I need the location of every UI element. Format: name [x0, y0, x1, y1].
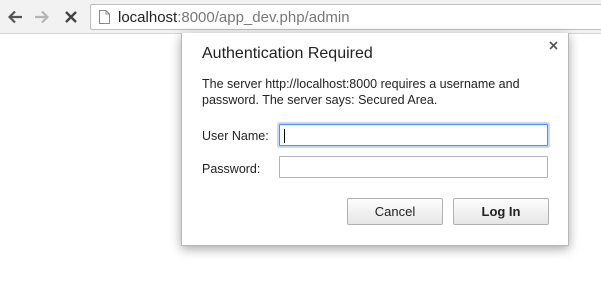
address-bar[interactable]: localhost:8000/app_dev.php/admin — [90, 4, 601, 30]
back-button[interactable] — [4, 6, 26, 28]
close-icon — [548, 40, 558, 50]
dialog-title: Authentication Required — [202, 45, 373, 62]
browser-toolbar: localhost:8000/app_dev.php/admin — [0, 0, 601, 34]
auth-dialog: Authentication Required The server http:… — [181, 33, 569, 246]
password-label: Password: — [202, 162, 261, 176]
page-icon — [99, 10, 110, 24]
url-host: localhost — [118, 8, 178, 26]
back-arrow-icon — [7, 10, 22, 24]
close-button[interactable] — [546, 38, 560, 52]
stop-icon — [65, 11, 77, 23]
login-button[interactable]: Log In — [453, 198, 549, 225]
password-field[interactable] — [279, 156, 548, 178]
text-caret — [284, 129, 285, 143]
forward-arrow-icon — [35, 10, 50, 24]
url-path: :8000/app_dev.php/admin — [177, 8, 350, 26]
username-label: User Name: — [202, 129, 269, 143]
url-text: localhost:8000/app_dev.php/admin — [118, 9, 350, 26]
stop-button[interactable] — [60, 6, 82, 28]
forward-button[interactable] — [31, 6, 53, 28]
username-field[interactable] — [279, 124, 548, 146]
dialog-message: The server http://localhost:8000 require… — [202, 77, 520, 107]
cancel-button[interactable]: Cancel — [347, 198, 443, 225]
